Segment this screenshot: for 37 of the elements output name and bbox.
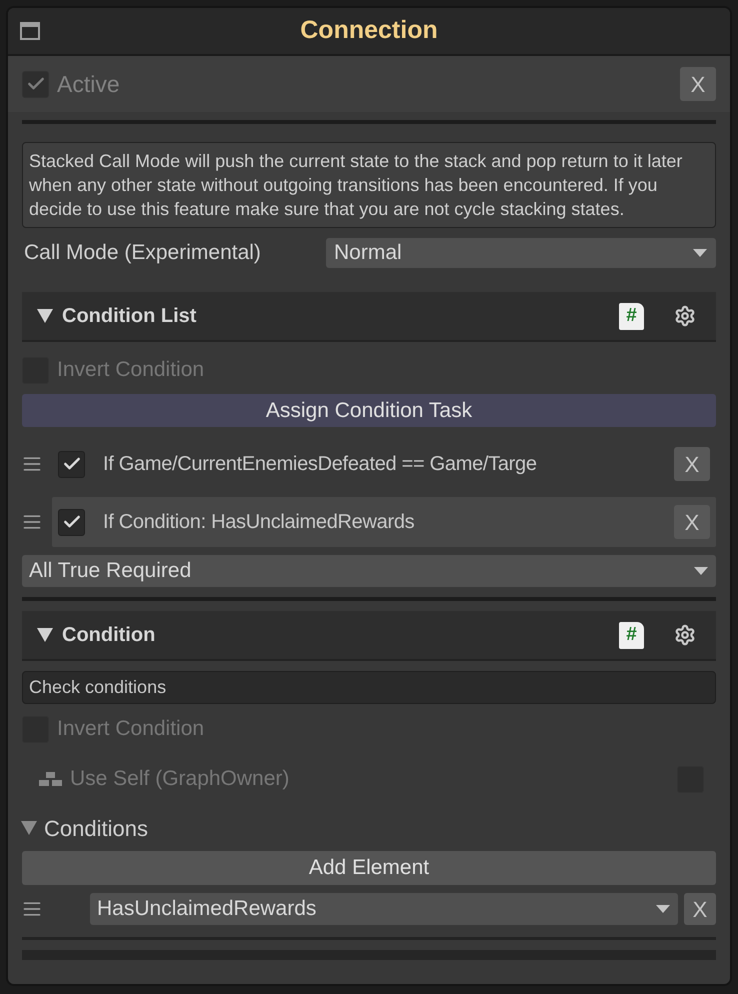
condition-item[interactable]: If Condition: HasUnclaimedRewards X: [52, 497, 716, 547]
element-dropdown[interactable]: HasUnclaimedRewards: [90, 893, 678, 925]
checkbox[interactable]: [58, 508, 85, 536]
caret-icon: [693, 566, 709, 576]
section-title: Condition List: [62, 304, 196, 329]
checkbox[interactable]: [58, 450, 85, 478]
list-label: Conditions: [44, 814, 148, 842]
caret-icon: [655, 904, 671, 914]
toggle-label: Invert Condition: [57, 357, 204, 384]
field-label: Call Mode (Experimental): [23, 240, 262, 266]
condition-text: If Condition: HasUnclaimedRewards: [103, 510, 416, 535]
add-element-button[interactable]: Add Element: [22, 851, 716, 885]
condition-name-field[interactable]: Check conditions: [22, 671, 716, 704]
window-icon[interactable]: [20, 22, 40, 40]
script-file-icon[interactable]: #: [619, 302, 644, 330]
toggle-label: Invert Condition: [57, 716, 204, 742]
settings-icon[interactable]: [674, 305, 696, 327]
info-box: Stacked Call Mode will push the current state to the stack and pop return to it later when any other state without outgoing transitions has been encountered. If you decide to use this feature make sure that you are not cycle stacking states.: [22, 142, 716, 228]
remove-button[interactable]: X: [680, 67, 716, 101]
condition-text: If Game/CurrentEnemiesDefeated == Game/Targe: [103, 452, 538, 477]
section-title: Condition: [62, 623, 156, 648]
active-label: Active: [57, 70, 120, 99]
collapse-triangle-icon[interactable]: [36, 626, 54, 644]
script-file-icon[interactable]: #: [619, 622, 644, 648]
call-mode-dropdown[interactable]: Normal: [326, 238, 716, 268]
checkbox[interactable]: [22, 70, 49, 98]
settings-icon[interactable]: [674, 624, 696, 646]
caret-icon: [692, 248, 708, 258]
hierarchy-icon: [38, 771, 64, 787]
collapse-triangle-icon[interactable]: [36, 307, 54, 325]
assign-condition-button[interactable]: Assign Condition Task: [22, 394, 716, 427]
remove-button[interactable]: X: [674, 505, 710, 539]
evaluation-mode-dropdown[interactable]: All True Required: [22, 555, 716, 587]
remove-button[interactable]: X: [674, 447, 710, 481]
window-title: Connection: [300, 15, 438, 46]
remove-button[interactable]: X: [684, 893, 716, 925]
toggle-label: Use Self (GraphOwner): [70, 766, 290, 792]
